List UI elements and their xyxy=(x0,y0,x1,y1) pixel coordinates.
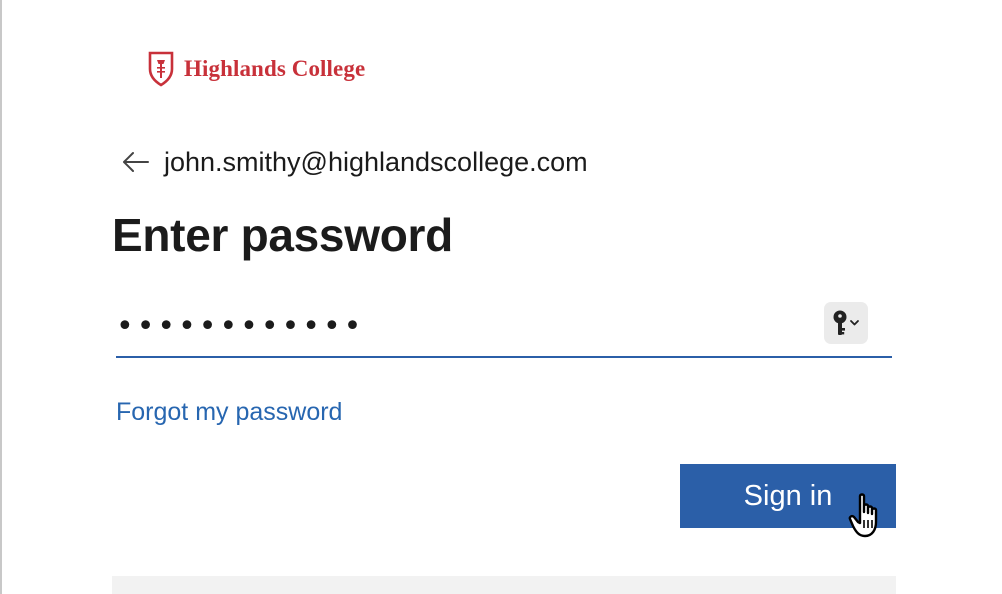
sign-in-button[interactable]: Sign in xyxy=(680,464,896,528)
key-dropdown-icon xyxy=(833,310,859,335)
identity-banner: john.smithy@highlandscollege.com xyxy=(120,142,588,182)
password-manager-button[interactable] xyxy=(824,302,868,344)
brand-name: Highlands College xyxy=(184,56,366,81)
signin-page: Highlands College john.smithy@highlandsc… xyxy=(0,0,1002,594)
back-button[interactable] xyxy=(120,146,152,178)
footer-panel xyxy=(112,576,896,594)
arrow-left-icon xyxy=(123,152,149,172)
shield-torch-icon xyxy=(148,51,174,87)
password-field-container xyxy=(116,296,892,358)
account-email: john.smithy@highlandscollege.com xyxy=(164,146,588,177)
brand-logo: Highlands College xyxy=(148,50,365,88)
password-input[interactable] xyxy=(116,296,816,356)
forgot-password-link[interactable]: Forgot my password xyxy=(116,398,342,427)
page-title: Enter password xyxy=(112,209,453,261)
